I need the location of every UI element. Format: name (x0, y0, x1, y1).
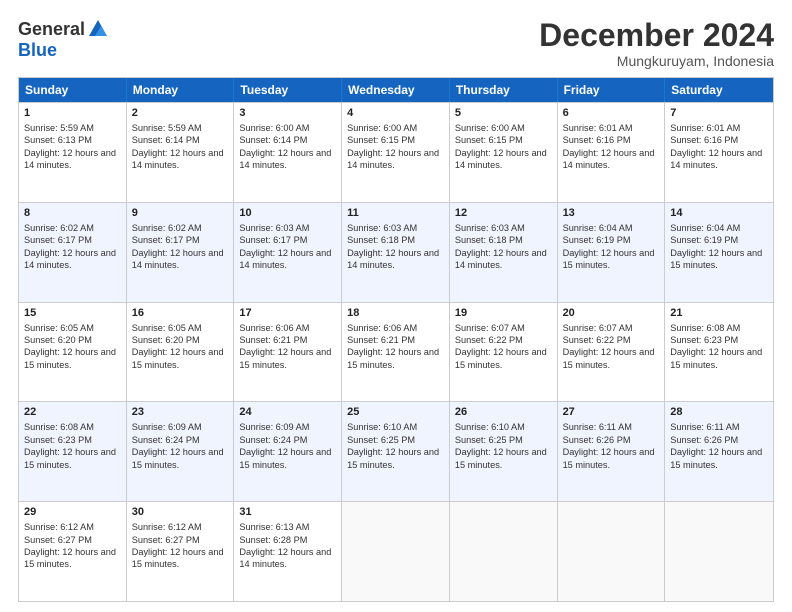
week-row-5: 29 Sunrise: 6:12 AMSunset: 6:27 PMDaylig… (19, 501, 773, 601)
cell-dec29: 29 Sunrise: 6:12 AMSunset: 6:27 PMDaylig… (19, 502, 127, 601)
day-num: 7 (670, 106, 768, 121)
week-row-2: 8 Sunrise: 6:02 AMSunset: 6:17 PMDayligh… (19, 202, 773, 302)
month-title: December 2024 (539, 18, 774, 53)
day-num: 13 (563, 206, 660, 221)
cell-dec26: 26 Sunrise: 6:10 AMSunset: 6:25 PMDaylig… (450, 402, 558, 501)
week-row-4: 22 Sunrise: 6:08 AMSunset: 6:23 PMDaylig… (19, 401, 773, 501)
cell-dec12: 12 Sunrise: 6:03 AMSunset: 6:18 PMDaylig… (450, 203, 558, 302)
day-num: 12 (455, 206, 552, 221)
day-num: 30 (132, 505, 229, 520)
cell-dec7: 7 Sunrise: 6:01 AMSunset: 6:16 PMDayligh… (665, 103, 773, 202)
day-num: 26 (455, 405, 552, 420)
logo-blue-text: Blue (18, 40, 57, 61)
location: Mungkuruyam, Indonesia (539, 53, 774, 69)
day-num: 2 (132, 106, 229, 121)
day-num: 9 (132, 206, 229, 221)
cell-dec6: 6 Sunrise: 6:01 AMSunset: 6:16 PMDayligh… (558, 103, 666, 202)
logo: General Blue (18, 18, 109, 61)
day-num: 20 (563, 306, 660, 321)
logo-general-text: General (18, 19, 85, 40)
day-num: 4 (347, 106, 444, 121)
cell-dec24: 24 Sunrise: 6:09 AMSunset: 6:24 PMDaylig… (234, 402, 342, 501)
header-tuesday: Tuesday (234, 78, 342, 102)
cell-dec25: 25 Sunrise: 6:10 AMSunset: 6:25 PMDaylig… (342, 402, 450, 501)
cell-dec22: 22 Sunrise: 6:08 AMSunset: 6:23 PMDaylig… (19, 402, 127, 501)
cell-dec18: 18 Sunrise: 6:06 AMSunset: 6:21 PMDaylig… (342, 303, 450, 402)
day-num: 16 (132, 306, 229, 321)
day-num: 6 (563, 106, 660, 121)
day-num: 5 (455, 106, 552, 121)
cell-dec30: 30 Sunrise: 6:12 AMSunset: 6:27 PMDaylig… (127, 502, 235, 601)
day-num: 27 (563, 405, 660, 420)
cell-dec16: 16 Sunrise: 6:05 AMSunset: 6:20 PMDaylig… (127, 303, 235, 402)
cell-dec27: 27 Sunrise: 6:11 AMSunset: 6:26 PMDaylig… (558, 402, 666, 501)
calendar-body: 1 Sunrise: 5:59 AMSunset: 6:13 PMDayligh… (19, 102, 773, 601)
cell-dec14: 14 Sunrise: 6:04 AMSunset: 6:19 PMDaylig… (665, 203, 773, 302)
day-num: 3 (239, 106, 336, 121)
day-num: 24 (239, 405, 336, 420)
day-num: 8 (24, 206, 121, 221)
calendar: Sunday Monday Tuesday Wednesday Thursday… (18, 77, 774, 602)
header-monday: Monday (127, 78, 235, 102)
cell-dec4: 4 Sunrise: 6:00 AMSunset: 6:15 PMDayligh… (342, 103, 450, 202)
cell-dec15: 15 Sunrise: 6:05 AMSunset: 6:20 PMDaylig… (19, 303, 127, 402)
cell-dec17: 17 Sunrise: 6:06 AMSunset: 6:21 PMDaylig… (234, 303, 342, 402)
header-saturday: Saturday (665, 78, 773, 102)
cell-empty-2 (450, 502, 558, 601)
cell-empty-3 (558, 502, 666, 601)
week-row-3: 15 Sunrise: 6:05 AMSunset: 6:20 PMDaylig… (19, 302, 773, 402)
logo-icon (87, 18, 109, 40)
cell-dec3: 3 Sunrise: 6:00 AMSunset: 6:14 PMDayligh… (234, 103, 342, 202)
calendar-header: Sunday Monday Tuesday Wednesday Thursday… (19, 78, 773, 102)
cell-dec13: 13 Sunrise: 6:04 AMSunset: 6:19 PMDaylig… (558, 203, 666, 302)
day-num: 25 (347, 405, 444, 420)
cell-dec2: 2 Sunrise: 5:59 AMSunset: 6:14 PMDayligh… (127, 103, 235, 202)
header: General Blue December 2024 Mungkuruyam, … (18, 18, 774, 69)
cell-dec5: 5 Sunrise: 6:00 AMSunset: 6:15 PMDayligh… (450, 103, 558, 202)
day-num: 31 (239, 505, 336, 520)
cell-dec23: 23 Sunrise: 6:09 AMSunset: 6:24 PMDaylig… (127, 402, 235, 501)
day-num: 17 (239, 306, 336, 321)
day-num: 22 (24, 405, 121, 420)
title-section: December 2024 Mungkuruyam, Indonesia (539, 18, 774, 69)
cell-dec9: 9 Sunrise: 6:02 AMSunset: 6:17 PMDayligh… (127, 203, 235, 302)
day-num: 28 (670, 405, 768, 420)
day-num: 11 (347, 206, 444, 221)
cell-empty-1 (342, 502, 450, 601)
cell-dec19: 19 Sunrise: 6:07 AMSunset: 6:22 PMDaylig… (450, 303, 558, 402)
cell-dec10: 10 Sunrise: 6:03 AMSunset: 6:17 PMDaylig… (234, 203, 342, 302)
cell-dec21: 21 Sunrise: 6:08 AMSunset: 6:23 PMDaylig… (665, 303, 773, 402)
week-row-1: 1 Sunrise: 5:59 AMSunset: 6:13 PMDayligh… (19, 102, 773, 202)
cell-empty-4 (665, 502, 773, 601)
cell-dec28: 28 Sunrise: 6:11 AMSunset: 6:26 PMDaylig… (665, 402, 773, 501)
cell-dec11: 11 Sunrise: 6:03 AMSunset: 6:18 PMDaylig… (342, 203, 450, 302)
header-thursday: Thursday (450, 78, 558, 102)
header-friday: Friday (558, 78, 666, 102)
day-num: 1 (24, 106, 121, 121)
day-num: 29 (24, 505, 121, 520)
header-wednesday: Wednesday (342, 78, 450, 102)
header-sunday: Sunday (19, 78, 127, 102)
cell-dec31: 31 Sunrise: 6:13 AMSunset: 6:28 PMDaylig… (234, 502, 342, 601)
day-num: 19 (455, 306, 552, 321)
cell-dec1: 1 Sunrise: 5:59 AMSunset: 6:13 PMDayligh… (19, 103, 127, 202)
day-num: 15 (24, 306, 121, 321)
day-num: 10 (239, 206, 336, 221)
day-num: 18 (347, 306, 444, 321)
day-num: 14 (670, 206, 768, 221)
cell-dec8: 8 Sunrise: 6:02 AMSunset: 6:17 PMDayligh… (19, 203, 127, 302)
day-num: 21 (670, 306, 768, 321)
cell-dec20: 20 Sunrise: 6:07 AMSunset: 6:22 PMDaylig… (558, 303, 666, 402)
calendar-page: General Blue December 2024 Mungkuruyam, … (0, 0, 792, 612)
day-num: 23 (132, 405, 229, 420)
